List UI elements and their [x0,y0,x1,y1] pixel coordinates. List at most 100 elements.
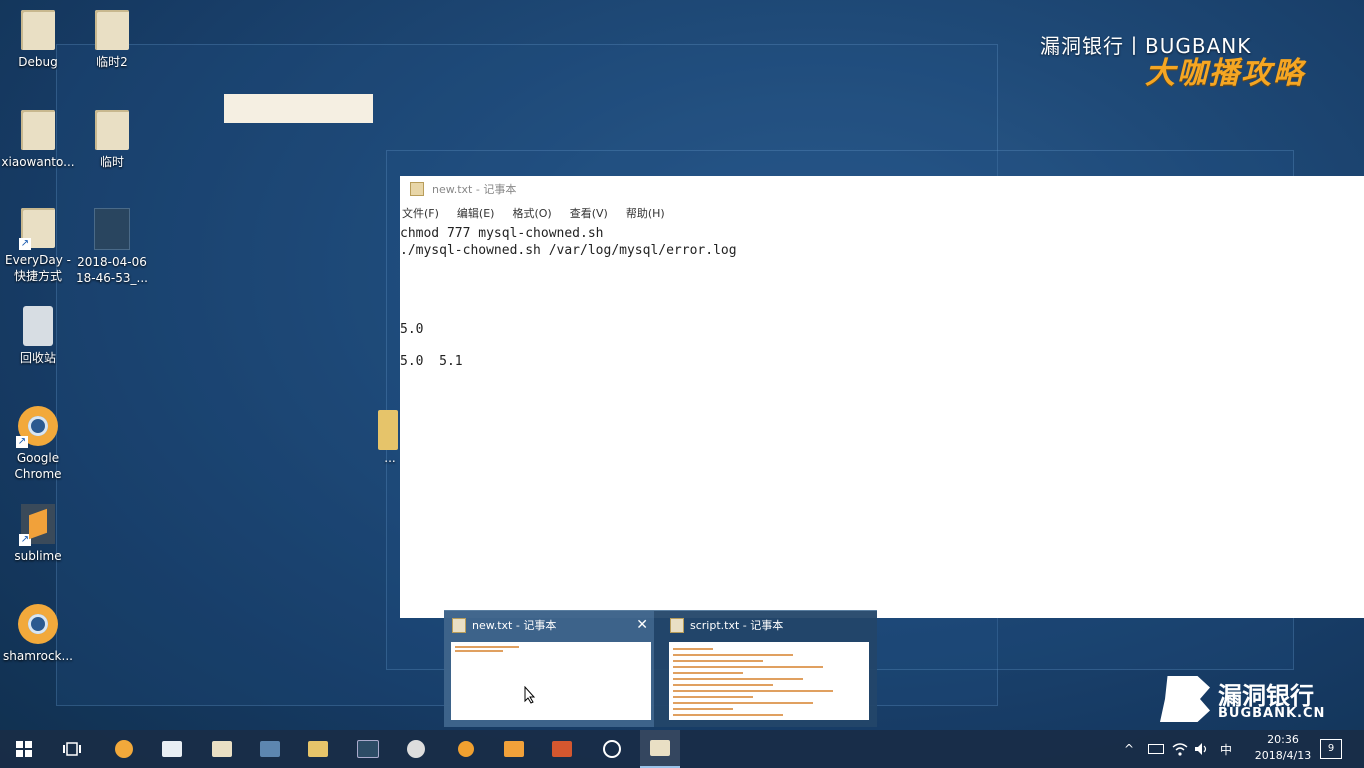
menu-view[interactable]: 查看(V) [570,205,608,221]
notification-count: 9 [1327,743,1335,754]
desktop-icon-label: 临时2 [96,55,128,69]
taskbar-chrome[interactable] [104,730,144,768]
thumbnail-script-txt[interactable]: script.txt - 记事本 [662,611,872,727]
menu-format[interactable]: 格式(O) [512,205,551,221]
desktop-icon-label: Chrome [14,467,62,481]
sublime-icon: ↗ [19,504,55,546]
desktop-icon-debug[interactable]: Debug [0,10,76,70]
clock-date: 2018/4/13 [1254,749,1312,762]
file-icon [95,10,129,50]
desktop-icon-label: EveryDay - [5,253,71,267]
recycle-bin-icon [23,306,53,346]
desktop-icon-label: Google [16,451,60,465]
desktop-icon-label: shamrock... [3,649,73,663]
notepad-icon [410,182,424,196]
shortcut-arrow-icon: ↗ [16,436,28,448]
desktop-icon-linshi2[interactable]: 临时2 [74,10,150,70]
ime-indicator: 中 [1220,742,1233,757]
thumbnail-new-txt[interactable]: new.txt - 记事本 ✕ [444,611,654,727]
text-line: 5.0 5.1 [400,354,463,369]
notepad-window[interactable]: new.txt - 记事本 文件(F) 编辑(E) 格式(O) 查看(V) 帮助… [400,176,1364,618]
shortcut-arrow-icon: ↗ [19,534,31,546]
desktop-icon-label: 回收站 [19,351,56,365]
folder-icon [378,410,398,450]
tray-battery[interactable] [1148,730,1164,768]
text-line: 5.0 [400,322,424,337]
file-icon [95,110,129,150]
folder-icon [308,741,328,757]
desktop-icon-label: 18-46-53_... [76,271,148,285]
desktop-icon-google-chrome[interactable]: ↗ Google Chrome [0,406,76,482]
taskbar-mail[interactable] [152,730,192,768]
desktop-icon-everyday-shortcut[interactable]: ↗ EveryDay - 快捷方式 [0,208,76,284]
video-icon [94,208,130,250]
tray-ime[interactable]: 中 [1220,730,1232,768]
close-icon[interactable]: ✕ [636,617,648,633]
mouse-cursor-icon [524,686,536,704]
desktop-icon-label: 快捷方式 [13,269,62,283]
desktop-icon-shamrock[interactable]: shamrock... [0,604,76,664]
menu-edit[interactable]: 编辑(E) [457,205,495,221]
start-button[interactable] [4,730,44,768]
blank-text-box [224,94,373,123]
desktop-icon-label: Debug [18,55,58,69]
taskbar-thumbnail-popup: new.txt - 记事本 ✕ script.txt - 记事本 [444,610,877,727]
menu-file[interactable]: 文件(F) [402,205,439,221]
task-view-button[interactable] [52,730,92,768]
desktop-icon-label: 临时 [99,155,124,169]
desktop-icon-recycle-bin[interactable]: 回收站 [0,306,76,366]
notification-center-button[interactable]: 9 [1320,739,1342,759]
file-icon [212,741,232,757]
thumbnail-title: new.txt - 记事本 [472,619,557,632]
thumbnail-title: script.txt - 记事本 [690,619,784,632]
taskbar-capture[interactable] [592,730,632,768]
chevron-up-icon: ^ [1124,742,1135,756]
thumbnail-preview [451,642,651,720]
chrome-icon [115,740,133,758]
notepad-title: new.txt - 记事本 [432,183,517,196]
taskbar-file[interactable] [202,730,242,768]
start-icon [16,741,32,757]
task-view-icon [63,742,81,756]
desktop-icon-linshi[interactable]: 临时 [74,110,150,170]
clock-time: 20:36 [1267,733,1299,746]
notepad-icon [670,617,684,633]
taskbar-powerpoint[interactable] [542,730,582,768]
notepad-icon [452,617,466,633]
file-icon [21,10,55,50]
notepad-text-area[interactable]: chmod 777 mysql-chowned.sh ./mysql-chown… [400,224,1364,369]
tray-clock[interactable]: 20:36 2018/4/13 [1248,732,1318,764]
wifi-icon [1172,743,1188,756]
taskbar-clock-app[interactable] [396,730,436,768]
taskbar-tool[interactable] [250,730,290,768]
desktop-icon-partial[interactable]: ... [378,410,402,466]
notepad-titlebar[interactable]: new.txt - 记事本 [400,176,1364,202]
desktop-icon-xiaowanto[interactable]: xiaowanto... [0,110,76,170]
desktop-icon-sublime[interactable]: ↗ sublime [0,504,76,564]
taskbar-notepad[interactable] [640,730,680,768]
taskbar-image[interactable] [348,730,388,768]
clock-app-icon [407,740,425,758]
taskbar-sublime[interactable] [494,730,534,768]
mail-icon [162,741,182,757]
tray-network[interactable] [1172,730,1188,768]
chrome-icon [18,604,58,644]
desktop-icon-label: ... [384,451,396,465]
text-line: chmod 777 mysql-chowned.sh [400,226,604,241]
notepad-icon [650,740,670,756]
tray-volume[interactable] [1194,730,1208,768]
tray-chevron[interactable]: ^ [1124,730,1134,768]
file-icon: ↗ [19,208,55,250]
desktop-icon-video-2018-04-06[interactable]: 2018-04-06 18-46-53_... [74,208,150,286]
taskbar-folder[interactable] [298,730,338,768]
text-line: ./mysql-chowned.sh /var/log/mysql/error.… [400,243,737,258]
sublime-icon [504,741,524,757]
search-app-icon [458,741,474,757]
taskbar-search-app[interactable] [446,730,486,768]
chrome-icon: ↗ [16,406,58,448]
bugbank-mark-icon [1160,676,1210,722]
desktop-icon-label: xiaowanto... [1,155,75,169]
menu-help[interactable]: 帮助(H) [626,205,665,221]
watermark-slogan: 大咖播攻略 [1145,56,1305,91]
file-icon [21,110,55,150]
